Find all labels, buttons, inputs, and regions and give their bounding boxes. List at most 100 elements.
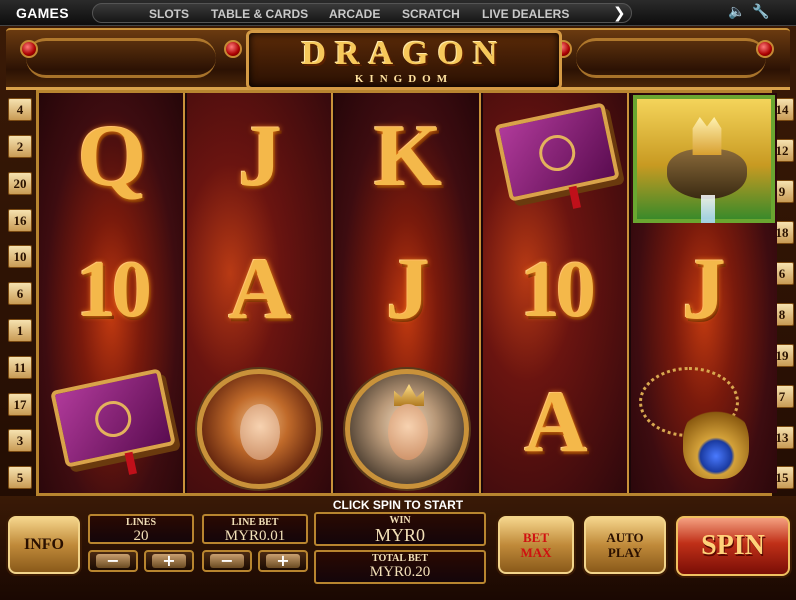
nav-item-scratch[interactable]: SCRATCH [402,7,460,21]
top-nav-bar: GAMES SLOTS TABLE & CARDS ARCADE SCRATCH… [0,0,796,26]
category-nav: SLOTS TABLE & CARDS ARCADE SCRATCH LIVE … [92,3,632,23]
line-bet-display: LINE BET MYR0.01 [202,514,308,544]
dragon-emblem-icon [535,131,579,175]
reel-symbol-portrait [187,359,331,492]
nav-item-table-cards[interactable]: TABLE & CARDS [211,7,308,21]
payline-button[interactable]: 1 [8,319,32,342]
reel-symbol: A [187,226,331,359]
reel-5: J [631,93,777,493]
symbol-letter: Q [77,108,147,205]
payline-button[interactable]: 5 [8,466,32,489]
settings-wrench-icon[interactable]: 🔧 [752,4,769,20]
status-message: CLICK SPIN TO START [332,498,464,512]
floating-castle-icon [633,95,775,223]
symbol-ten: 10 [520,246,596,334]
ornament-right [576,38,766,78]
sound-icon[interactable]: 🔈 [728,4,745,20]
lines-minus-button[interactable]: − [88,550,138,572]
payline-button[interactable]: 2 [8,135,32,158]
payline-button[interactable]: 4 [8,98,32,121]
game-frame: DRAGON KINGDOM 4 2 20 16 10 6 1 11 17 3 … [0,26,796,600]
payline-button[interactable]: 16 [8,209,32,232]
minus-icon: − [106,551,120,570]
nav-item-arcade[interactable]: ARCADE [329,7,380,21]
reel-symbol: Q [39,93,183,226]
control-panel: CLICK SPIN TO START INFO LINES 20 − + LI… [0,496,796,600]
warrior-princess-portrait-icon [197,369,321,489]
reel-symbol: A [483,359,627,492]
castle-tower-icon [692,117,722,155]
face-icon [388,404,428,460]
bookmark-ribbon [124,451,138,475]
payline-button[interactable]: 3 [8,429,32,452]
reel-4: 10 A [483,93,629,493]
auto-play-label-line2: PLAY [607,545,643,560]
reel-symbol: K [335,93,479,226]
reel-symbol-amulet [631,359,777,492]
payline-button[interactable]: 11 [8,356,32,379]
symbol-letter: J [238,108,282,205]
ornament-left [26,38,216,78]
spin-button[interactable]: SPIN [676,516,790,576]
plus-icon: + [276,551,290,570]
reel-symbol: J [631,226,777,359]
payline-button[interactable]: 6 [8,282,32,305]
king-portrait-icon [345,369,469,489]
total-bet-display: TOTAL BET MYR0.20 [314,550,486,584]
minus-icon: − [220,551,234,570]
reel-symbol-castle [631,93,777,226]
symbol-ten: 10 [76,246,152,334]
face-icon [240,404,280,460]
line-bet-minus-button[interactable]: − [202,550,252,572]
game-logo: DRAGON KINGDOM [246,30,562,90]
game-subtitle: KINGDOM [354,73,454,85]
dragon-emblem-icon [91,397,135,441]
bet-max-label-line2: MAX [520,545,552,560]
reel-area: Q 10 J A K J 10 A J [36,90,777,496]
payline-button[interactable]: 20 [8,172,32,195]
total-bet-value: MYR0.20 [369,564,431,580]
nav-item-live-dealers[interactable]: LIVE DEALERS [482,7,569,21]
reel-symbol: 10 [483,226,627,359]
symbol-letter: K [373,108,443,205]
plus-icon: + [162,551,176,570]
reel-symbol: J [187,93,331,226]
reel-symbol-portrait [335,359,479,492]
game-title: DRAGON [301,35,507,72]
floating-rock [667,149,747,199]
symbol-letter: A [524,374,588,471]
crown-icon [394,384,424,406]
auto-play-button[interactable]: AUTO PLAY [584,516,666,574]
bet-max-label-line1: BET [522,530,549,545]
line-bet-label: LINE BET [231,517,279,528]
bet-max-button[interactable]: BET MAX [498,516,574,574]
games-menu-label[interactable]: GAMES [16,5,69,21]
ruby-gem-icon [224,40,242,58]
line-bet-plus-button[interactable]: + [258,550,308,572]
chevron-right-icon[interactable]: ❯ [613,4,626,22]
win-value: MYR0 [374,525,425,545]
symbol-letter: J [386,241,430,338]
reel-symbol-book [39,359,183,492]
total-bet-label: TOTAL BET [371,553,429,564]
waterfall [701,195,715,223]
payline-button[interactable]: 10 [8,245,32,268]
bookmark-ribbon [568,185,582,209]
reel-symbol-book [483,93,627,226]
nav-item-slots[interactable]: SLOTS [149,7,189,21]
auto-play-label-line1: AUTO [606,530,644,545]
lines-label: LINES [125,517,156,528]
game-header: DRAGON KINGDOM [6,28,790,90]
reel-2: J A [187,93,333,493]
info-button[interactable]: INFO [8,516,80,574]
lines-plus-button[interactable]: + [144,550,194,572]
ruby-gem-icon [756,40,774,58]
spell-book-icon [50,368,176,475]
ruby-gem-icon [20,40,38,58]
symbol-letter: J [682,241,726,338]
payline-button[interactable]: 17 [8,393,32,416]
spell-book-icon [494,102,620,209]
reel-symbol: J [335,226,479,359]
reel-symbol: 10 [39,226,183,359]
symbol-letter: A [228,241,292,338]
